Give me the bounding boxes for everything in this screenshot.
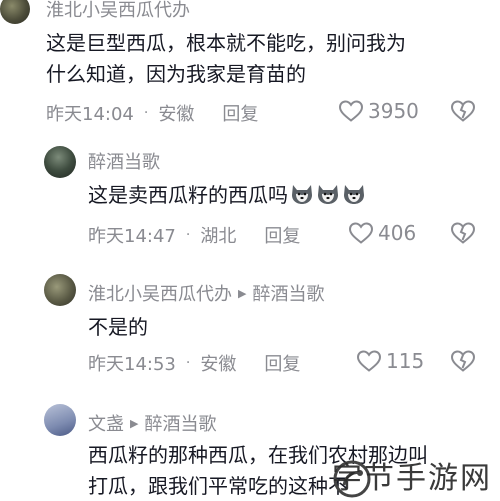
heart-outline-icon — [348, 222, 374, 244]
avatar[interactable] — [44, 274, 76, 306]
comment-time: 昨天14:53 — [88, 354, 176, 375]
comment-author[interactable]: 文盏 ▶ 醉酒当歌 — [88, 410, 216, 436]
broken-heart-icon — [450, 350, 476, 372]
husky-dog-emoji — [292, 185, 312, 204]
comment-meta: 昨天14:04 · 安徽 回复 — [46, 100, 258, 126]
avatar[interactable] — [0, 0, 30, 24]
comment-item: 淮北小吴西瓜代办 ▶ 醉酒当歌 不是的 昨天14:53 · 安徽 回复 115 — [0, 270, 500, 380]
reply-to-username[interactable]: 醉酒当歌 — [252, 280, 324, 306]
reply-to-username[interactable]: 醉酒当歌 — [144, 410, 216, 436]
husky-dog-emoji — [318, 185, 338, 204]
comment-text: 这是巨型西瓜，根本就不能吃，别问我为 什么知道，因为我家是育苗的 — [46, 28, 496, 90]
dislike-button[interactable] — [450, 221, 476, 249]
avatar[interactable] — [44, 404, 76, 436]
like-count: 115 — [386, 349, 425, 373]
dislike-button[interactable] — [450, 349, 476, 377]
reply-button[interactable]: 回复 — [264, 222, 300, 248]
heart-outline-icon — [356, 350, 382, 372]
username[interactable]: 醉酒当歌 — [88, 148, 160, 174]
comment-text: 不是的 — [88, 312, 488, 343]
comment-text-line: 这是卖西瓜籽的西瓜吗 — [88, 183, 288, 207]
dislike-button[interactable] — [450, 99, 476, 127]
comment-text-line: 什么知道，因为我家是育苗的 — [46, 62, 306, 86]
comment-location: 安徽 — [158, 104, 195, 125]
like-count: 3950 — [368, 99, 419, 123]
comment-meta: 昨天14:47 · 湖北 回复 — [88, 222, 300, 248]
reply-button[interactable]: 回复 — [222, 100, 258, 126]
like-count: 406 — [378, 221, 417, 245]
broken-heart-icon — [450, 222, 476, 244]
username[interactable]: 淮北小吴西瓜代办 — [46, 0, 190, 22]
comment-time: 昨天14:47 — [88, 226, 176, 247]
like-button[interactable]: 115 — [356, 349, 424, 373]
reply-arrow-icon: ▶ — [238, 286, 247, 300]
comment-location: 安徽 — [200, 354, 237, 375]
comment-text: 这是卖西瓜籽的西瓜吗 — [88, 180, 488, 211]
username[interactable]: 淮北小吴西瓜代办 — [88, 280, 232, 306]
comment-item: 淮北小吴西瓜代办 这是巨型西瓜，根本就不能吃，别问我为 什么知道，因为我家是育苗… — [0, 0, 500, 130]
reply-button[interactable]: 回复 — [264, 350, 300, 376]
comment-text-line: 这是巨型西瓜，根本就不能吃，别问我为 — [46, 31, 406, 55]
separator-dot: · — [185, 227, 191, 243]
username[interactable]: 文盏 — [88, 410, 124, 436]
comment-author[interactable]: 淮北小吴西瓜代办 — [46, 0, 190, 22]
comment-text-line: 不是的 — [88, 315, 148, 339]
comment-meta: 昨天14:53 · 安徽 回复 — [88, 350, 300, 376]
separator-dot: · — [185, 355, 191, 371]
broken-heart-icon — [450, 100, 476, 122]
reply-arrow-icon: ▶ — [130, 416, 139, 430]
comment-time: 昨天14:04 — [46, 104, 134, 125]
avatar[interactable] — [44, 146, 76, 178]
watermark: 字节手游网 — [332, 461, 492, 496]
comment-author[interactable]: 淮北小吴西瓜代办 ▶ 醉酒当歌 — [88, 280, 324, 306]
separator-dot: · — [143, 105, 149, 121]
heart-outline-icon — [338, 100, 364, 122]
comment-author[interactable]: 醉酒当歌 — [88, 148, 160, 174]
comment-item: 醉酒当歌 这是卖西瓜籽的西瓜吗 昨天14:47 · 湖北 回复 406 — [0, 140, 500, 250]
like-button[interactable]: 406 — [348, 221, 416, 245]
husky-dog-emoji — [344, 185, 364, 204]
comment-location: 湖北 — [200, 226, 237, 247]
like-button[interactable]: 3950 — [338, 99, 419, 123]
